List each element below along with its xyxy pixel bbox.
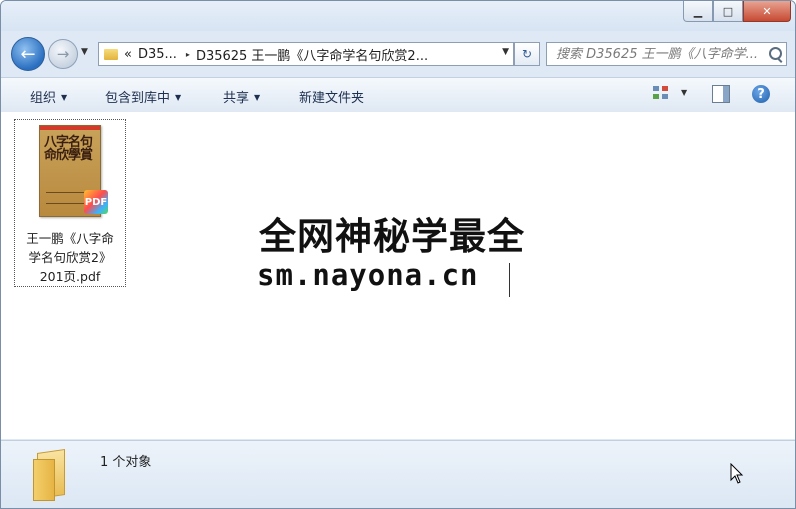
breadcrumb-current[interactable]: D35625 王一鹏《八字命学名句欣赏2...: [196, 45, 428, 64]
item-count: 1 个对象: [100, 455, 152, 470]
address-dropdown-icon[interactable]: ▼: [502, 47, 509, 57]
file-list-area[interactable]: 八字名句命欣學賞 PDF 王一鹏《八字命 学名句欣赏2》 201页.pdf 全网…: [1, 112, 795, 439]
mouse-pointer-icon: [730, 463, 744, 484]
file-name-line: 学名句欣赏2》: [28, 250, 112, 265]
watermark-title: 全网神秘学最全: [259, 215, 525, 258]
forward-button[interactable]: →: [48, 39, 78, 69]
navigation-bar: ← → ▼ « D35... ▸ D35625 王一鹏《八字命学名句欣赏2...…: [1, 33, 795, 75]
close-button[interactable]: ✕: [743, 1, 791, 22]
chevron-down-icon: ▼: [175, 93, 182, 102]
search-input[interactable]: [554, 45, 768, 63]
file-name-line: 王一鹏《八字命: [26, 231, 114, 246]
folder-icon: [104, 48, 118, 60]
breadcrumb-item[interactable]: D35...: [138, 47, 177, 62]
forward-arrow-icon: →: [56, 45, 70, 63]
help-button[interactable]: ?: [752, 85, 770, 103]
change-view-icon[interactable]: [653, 86, 669, 100]
back-arrow-icon: ←: [20, 43, 36, 65]
include-in-library-label: 包含到库中: [105, 91, 171, 106]
details-pane: 1 个对象: [1, 440, 795, 508]
include-in-library-button[interactable]: 包含到库中 ▼: [105, 87, 181, 106]
organize-label: 组织: [30, 91, 57, 106]
file-item[interactable]: 八字名句命欣學賞 PDF 王一鹏《八字命 学名句欣赏2》 201页.pdf: [14, 119, 126, 287]
file-name-label[interactable]: 王一鹏《八字命 学名句欣赏2》 201页.pdf: [15, 229, 125, 286]
recent-pages-dropdown[interactable]: ▼: [81, 47, 88, 57]
preview-pane-icon[interactable]: [712, 85, 730, 103]
share-label: 共享: [223, 91, 250, 106]
search-box[interactable]: [546, 42, 787, 66]
refresh-button[interactable]: ↻: [514, 42, 540, 66]
chevron-down-icon: ▼: [61, 93, 68, 102]
refresh-icon: ↻: [521, 47, 533, 61]
book-cover-title: 八字名句命欣學賞: [44, 135, 93, 163]
pdf-badge-icon: PDF: [84, 190, 108, 214]
watermark-url: sm.nayona.cn: [257, 258, 479, 292]
folder-large-icon: [31, 449, 79, 501]
minimize-button[interactable]: ▁: [683, 1, 713, 22]
maximize-button[interactable]: □: [713, 1, 743, 22]
window-controls: ▁ □ ✕: [683, 1, 791, 22]
text-cursor-icon: [509, 263, 510, 297]
back-button[interactable]: ←: [11, 37, 45, 71]
file-name-line: 201页.pdf: [39, 269, 101, 284]
explorer-window: ▁ □ ✕ ← → ▼ « D35... ▸ D35625 王一鹏《八字命学名句…: [0, 0, 796, 509]
view-options-dropdown[interactable]: ▼: [681, 88, 687, 97]
command-bar: 组织 ▼ 包含到库中 ▼ 共享 ▼ 新建文件夹 ▼ ?: [1, 77, 795, 113]
watermark-overlay: 全网神秘学最全 sm.nayona.cn: [252, 206, 549, 302]
organize-button[interactable]: 组织 ▼: [30, 87, 67, 106]
breadcrumb-separator-icon[interactable]: ▸: [186, 50, 190, 59]
search-icon[interactable]: [769, 47, 782, 60]
share-button[interactable]: 共享 ▼: [223, 87, 260, 106]
address-bar[interactable]: « D35... ▸ D35625 王一鹏《八字命学名句欣赏2... ▼: [98, 42, 514, 66]
breadcrumb-overflow[interactable]: «: [124, 47, 132, 62]
title-bar: ▁ □ ✕: [1, 1, 795, 31]
chevron-down-icon: ▼: [254, 93, 261, 102]
new-folder-button[interactable]: 新建文件夹: [299, 87, 364, 106]
book-cover-stripe: [40, 126, 100, 130]
